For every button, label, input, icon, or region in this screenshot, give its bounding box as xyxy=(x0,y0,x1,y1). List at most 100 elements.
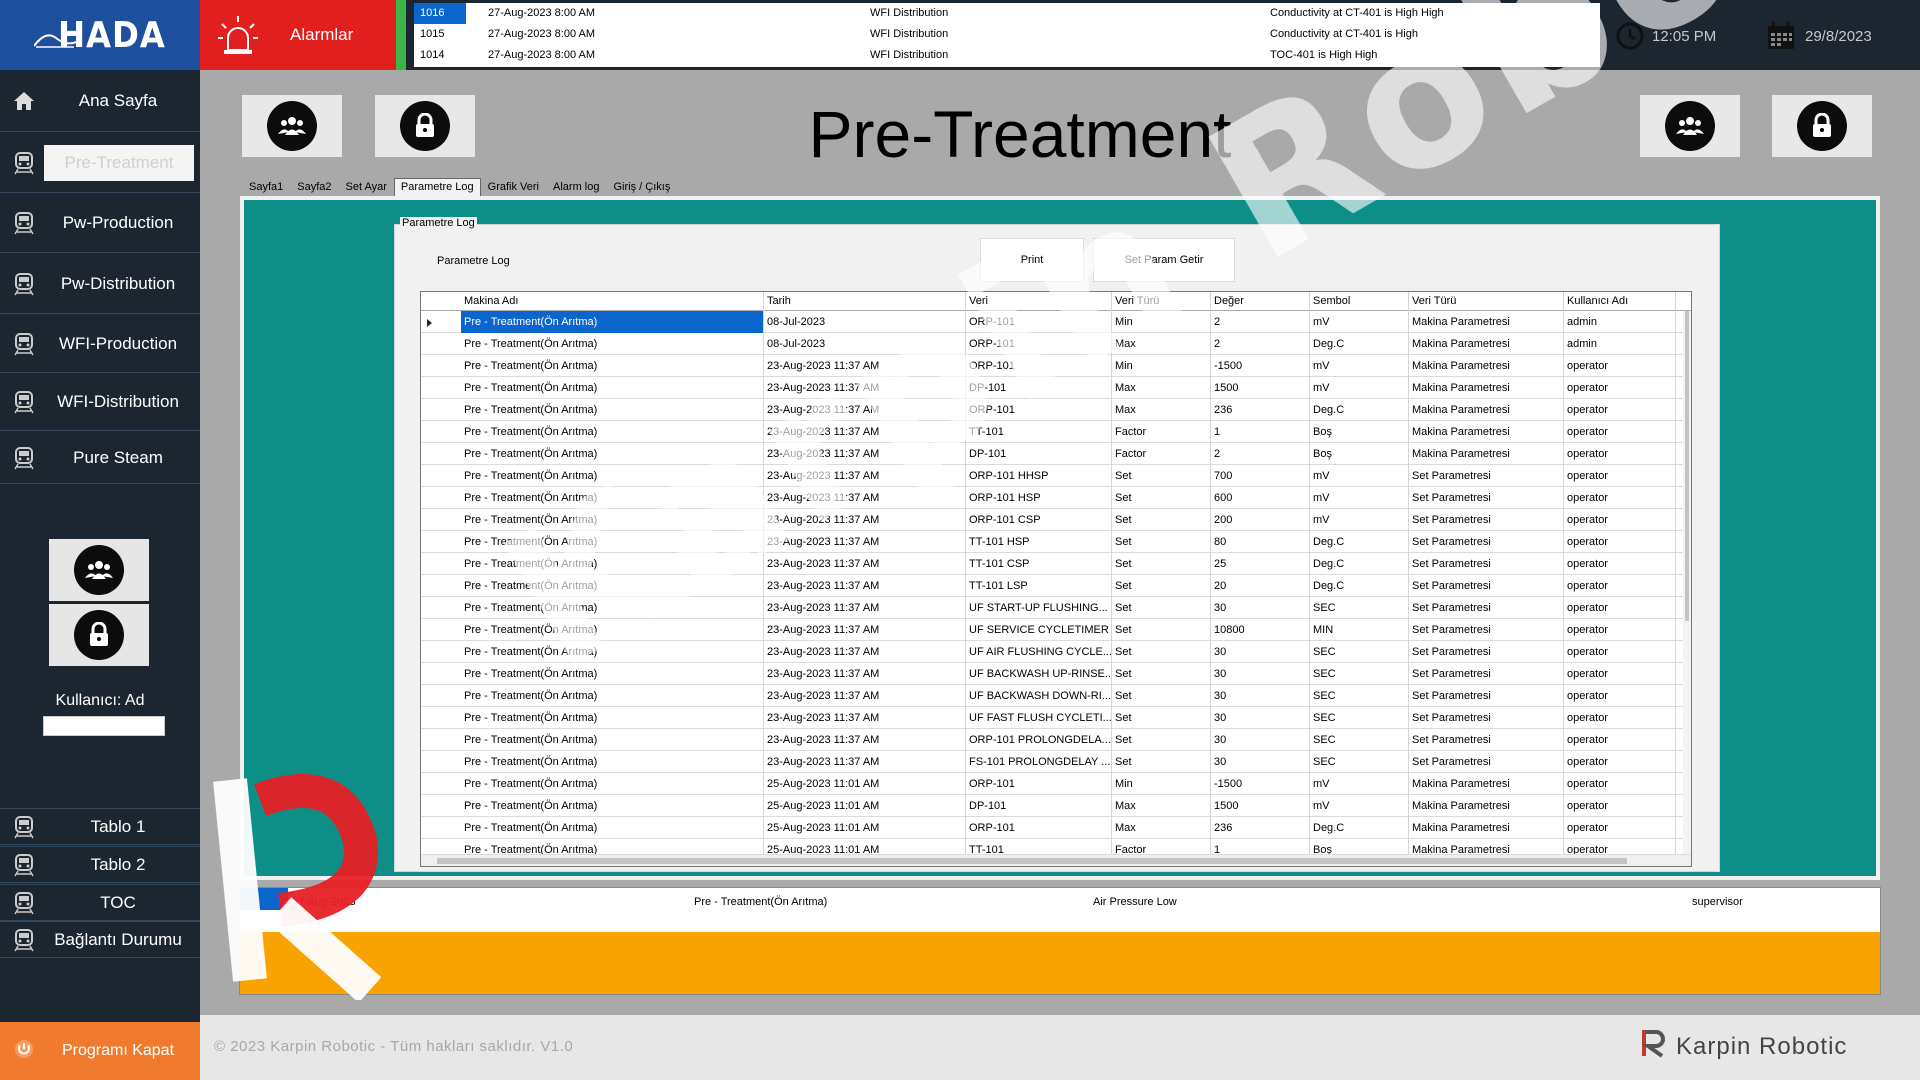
table-cell[interactable]: operator xyxy=(1564,487,1676,509)
table-cell[interactable]: Pre - Treatment(Ön Arıtma) xyxy=(461,685,764,707)
table-cell[interactable]: 10800 xyxy=(1211,619,1310,641)
table-row[interactable]: Pre - Treatment(Ön Arıtma) 23-Aug-2023 11… xyxy=(421,663,1691,685)
table-cell[interactable]: 23-Aug-2023 11:37 AM xyxy=(764,597,966,619)
table-cell[interactable]: Deg.C xyxy=(1310,333,1409,355)
table-cell[interactable]: 2 xyxy=(1211,311,1310,333)
table-cell[interactable]: Pre - Treatment(Ön Arıtma) xyxy=(461,311,764,333)
table-row[interactable]: Pre - Treatment(Ön Arıtma) 23-Aug-2023 11… xyxy=(421,729,1691,751)
sidebar-item-tablo-2[interactable]: Tablo 2 xyxy=(0,846,200,883)
table-cell[interactable]: Deg.C xyxy=(1310,575,1409,597)
table-cell[interactable]: Max xyxy=(1112,817,1211,839)
table-cell[interactable]: Set Parametresi xyxy=(1409,729,1564,751)
table-cell[interactable]: UF BACKWASH UP-RINSE... xyxy=(966,663,1112,685)
table-cell[interactable]: 23-Aug-2023 11:37 AM xyxy=(764,399,966,421)
table-cell[interactable]: 23-Aug-2023 11:37 AM xyxy=(764,575,966,597)
table-cell[interactable]: operator xyxy=(1564,465,1676,487)
table-cell[interactable]: Set xyxy=(1112,465,1211,487)
active-alarm-list[interactable]: 1016 27-Aug-2023 8:00 AM WFI Distribution C… xyxy=(414,3,1600,67)
table-cell[interactable]: Set Parametresi xyxy=(1409,465,1564,487)
tab-grafik-veri[interactable]: Grafik Veri xyxy=(480,178,547,196)
table-cell[interactable]: operator xyxy=(1564,795,1676,817)
alarms-button[interactable]: Alarmlar xyxy=(200,0,396,70)
alarm-list-row[interactable]: 1016 27-Aug-2023 8:00 AM WFI Distribution C… xyxy=(414,3,1600,24)
tab-set-ayar[interactable]: Set Ayar xyxy=(338,178,394,196)
table-cell[interactable]: Set Parametresi xyxy=(1409,707,1564,729)
table-cell[interactable]: operator xyxy=(1564,751,1676,773)
table-cell[interactable]: Makina Parametresi xyxy=(1409,773,1564,795)
table-cell[interactable]: Makina Parametresi xyxy=(1409,817,1564,839)
table-row[interactable]: Pre - Treatment(Ön Arıtma) 08-Jul-2023 ORP… xyxy=(421,311,1691,333)
table-cell[interactable]: Makina Parametresi xyxy=(1409,333,1564,355)
table-cell[interactable]: 2 xyxy=(1211,333,1310,355)
table-cell[interactable]: Min xyxy=(1112,311,1211,333)
exit-program-button[interactable]: Programı Kapat xyxy=(0,1022,200,1080)
table-cell[interactable]: Pre - Treatment(Ön Arıtma) xyxy=(461,751,764,773)
table-cell[interactable]: operator xyxy=(1564,509,1676,531)
table-cell[interactable]: operator xyxy=(1564,377,1676,399)
table-row[interactable]: Pre - Treatment(Ön Arıtma) 23-Aug-2023 11… xyxy=(421,619,1691,641)
table-cell[interactable]: 236 xyxy=(1211,399,1310,421)
table-cell[interactable]: 20 xyxy=(1211,575,1310,597)
table-cell[interactable]: 23-Aug-2023 11:37 AM xyxy=(764,707,966,729)
table-cell[interactable]: Set Parametresi xyxy=(1409,641,1564,663)
table-cell[interactable]: SEC xyxy=(1310,641,1409,663)
table-cell[interactable]: Pre - Treatment(Ön Arıtma) xyxy=(461,795,764,817)
table-cell[interactable]: Set Parametresi xyxy=(1409,751,1564,773)
table-cell[interactable]: 600 xyxy=(1211,487,1310,509)
table-cell[interactable]: -1500 xyxy=(1211,355,1310,377)
table-cell[interactable]: 25-Aug-2023 11:01 AM xyxy=(764,817,966,839)
table-cell[interactable]: Makina Parametresi xyxy=(1409,377,1564,399)
table-cell[interactable]: Pre - Treatment(Ön Arıtma) xyxy=(461,707,764,729)
table-cell[interactable]: UF SERVICE CYCLETIMER xyxy=(966,619,1112,641)
users-header-button-left[interactable] xyxy=(242,95,342,157)
table-cell[interactable]: Max xyxy=(1112,333,1211,355)
table-cell[interactable]: DP-101 xyxy=(966,795,1112,817)
table-row[interactable]: Pre - Treatment(Ön Arıtma) 23-Aug-2023 11… xyxy=(421,509,1691,531)
lock-side-button[interactable] xyxy=(49,604,149,666)
tab-giri-k-[interactable]: Giriş / Çıkış xyxy=(606,178,678,196)
grid-vscroll-thumb[interactable] xyxy=(1685,311,1689,621)
table-cell[interactable]: operator xyxy=(1564,553,1676,575)
table-row[interactable]: Pre - Treatment(Ön Arıtma) 23-Aug-2023 11… xyxy=(421,355,1691,377)
table-cell[interactable]: Boş xyxy=(1310,443,1409,465)
table-cell[interactable]: Makina Parametresi xyxy=(1409,355,1564,377)
table-cell[interactable]: 1500 xyxy=(1211,795,1310,817)
table-cell[interactable]: ORP-101 HSP xyxy=(966,487,1112,509)
bottom-alarm-row[interactable]: 07-Aug-2023 Pre - Treatment(Ön Arıtma) A… xyxy=(240,888,1880,932)
table-cell[interactable]: Set Parametresi xyxy=(1409,531,1564,553)
alarm-list-row[interactable]: 1014 27-Aug-2023 8:00 AM WFI Distribution T… xyxy=(414,45,1600,66)
table-cell[interactable]: 08-Jul-2023 xyxy=(764,311,966,333)
table-cell[interactable]: Set Parametresi xyxy=(1409,597,1564,619)
table-cell[interactable]: Pre - Treatment(Ön Arıtma) xyxy=(461,553,764,575)
table-cell[interactable]: 30 xyxy=(1211,707,1310,729)
table-cell[interactable]: UF BACKWASH DOWN-RI... xyxy=(966,685,1112,707)
table-row[interactable]: Pre - Treatment(Ön Arıtma) 23-Aug-2023 11… xyxy=(421,443,1691,465)
table-cell[interactable]: Pre - Treatment(Ön Arıtma) xyxy=(461,487,764,509)
table-cell[interactable]: Deg.C xyxy=(1310,399,1409,421)
table-cell[interactable]: SEC xyxy=(1310,663,1409,685)
table-cell[interactable]: Pre - Treatment(Ön Arıtma) xyxy=(461,377,764,399)
table-cell[interactable]: mV xyxy=(1310,487,1409,509)
tab-sayfa2[interactable]: Sayfa2 xyxy=(290,178,339,196)
table-cell[interactable]: Max xyxy=(1112,377,1211,399)
table-cell[interactable]: Max xyxy=(1112,795,1211,817)
grid-vertical-scrollbar[interactable] xyxy=(1683,311,1691,856)
grid-hscroll-thumb[interactable] xyxy=(437,858,1627,864)
table-cell[interactable]: mV xyxy=(1310,795,1409,817)
table-row[interactable]: Pre - Treatment(Ön Arıtma) 25-Aug-2023 11… xyxy=(421,817,1691,839)
table-cell[interactable]: Pre - Treatment(Ön Arıtma) xyxy=(461,355,764,377)
sidebar-item-toc[interactable]: TOC xyxy=(0,884,200,921)
table-cell[interactable]: Pre - Treatment(Ön Arıtma) xyxy=(461,641,764,663)
table-cell[interactable]: Pre - Treatment(Ön Arıtma) xyxy=(461,597,764,619)
table-cell[interactable]: SEC xyxy=(1310,597,1409,619)
table-cell[interactable]: 08-Jul-2023 xyxy=(764,333,966,355)
table-cell[interactable]: Pre - Treatment(Ön Arıtma) xyxy=(461,509,764,531)
table-row[interactable]: Pre - Treatment(Ön Arıtma) 23-Aug-2023 11… xyxy=(421,421,1691,443)
table-cell[interactable]: ORP-101 xyxy=(966,355,1112,377)
table-cell[interactable]: 80 xyxy=(1211,531,1310,553)
table-row[interactable]: Pre - Treatment(Ön Arıtma) 23-Aug-2023 11… xyxy=(421,377,1691,399)
table-cell[interactable]: ORP-101 PROLONGDELA... xyxy=(966,729,1112,751)
table-cell[interactable]: TT-101 HSP xyxy=(966,531,1112,553)
table-cell[interactable]: operator xyxy=(1564,641,1676,663)
table-cell[interactable]: Factor xyxy=(1112,443,1211,465)
